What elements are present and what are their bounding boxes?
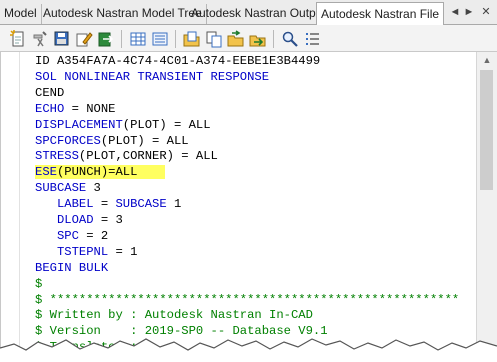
code-token: 1	[166, 197, 182, 212]
code-token: $	[35, 276, 43, 291]
run-analysis-icon[interactable]	[31, 30, 49, 48]
edit-icon[interactable]	[75, 30, 93, 48]
code-token: STRESS	[35, 149, 79, 164]
code-token: $ **************************************…	[35, 292, 460, 307]
code-line: ECHO = NONE	[35, 102, 115, 118]
document-tab-bar: Model Autodesk Nastran Model Tree Autode…	[0, 0, 497, 25]
code-line: SPC = 2	[35, 229, 108, 245]
tab-model[interactable]: Model	[4, 4, 42, 24]
code-token: SPC	[35, 228, 79, 243]
new-file-icon[interactable]	[9, 30, 27, 48]
code-token: SPCFORCES	[35, 133, 101, 148]
code-token: = 3	[93, 213, 123, 227]
list-icon[interactable]	[303, 30, 321, 48]
code-token: =	[93, 197, 116, 212]
code-token: ESE	[35, 165, 57, 180]
code-token: DISPLACEMENT	[35, 117, 123, 132]
code-token: (PLOT) = ALL	[122, 117, 211, 132]
code-token: (PLOT) = ALL	[100, 133, 189, 148]
highlighted-line: ESE(PUNCH)=ALL	[35, 165, 166, 180]
code-token: = 1	[108, 244, 138, 259]
code-token: BEGIN BULK	[35, 260, 109, 275]
code-line: ESE(PUNCH)=ALL	[35, 165, 166, 181]
code-line: BEGIN BULK	[35, 261, 108, 277]
tab-nastran-model-tree[interactable]: Autodesk Nastran Model Tree	[43, 4, 207, 24]
tab-close-icon[interactable]: ✕	[479, 3, 493, 21]
code-token: CEND	[35, 85, 65, 100]
open-folder-icon[interactable]	[183, 30, 201, 48]
find-icon[interactable]	[281, 30, 299, 48]
scrollbar-thumb[interactable]	[480, 70, 493, 190]
code-line: STRESS(PLOT,CORNER) = ALL	[35, 149, 218, 165]
table-view-icon[interactable]	[129, 30, 147, 48]
copy-icon[interactable]	[205, 30, 223, 48]
code-line: DLOAD = 3	[35, 213, 123, 229]
tab-scroll-left-icon[interactable]: ◄	[448, 3, 462, 21]
code-token: ID A354FA7A-4C74-4C01-A374-EEBE1E3B4499	[35, 54, 321, 68]
code-line: $ **************************************…	[35, 293, 459, 309]
code-line: SUBCASE 3	[35, 181, 101, 197]
editor-toolbar	[0, 25, 497, 52]
code-token: (PUNCH)=ALL	[56, 165, 138, 180]
toolbar-separator	[273, 30, 274, 48]
export-icon[interactable]	[97, 30, 115, 48]
nastran-file-editor[interactable]: ID A354FA7A-4C74-4C01-A374-EEBE1E3B4499 S…	[0, 52, 477, 362]
code-line: ID A354FA7A-4C74-4C01-A374-EEBE1E3B4499	[35, 54, 320, 70]
import-icon[interactable]	[227, 30, 245, 48]
tab-scroll-right-icon[interactable]: ►	[462, 3, 476, 21]
code-token: SUBCASE	[35, 181, 87, 196]
toolbar-separator	[121, 30, 122, 48]
code-token: ECHO	[35, 101, 65, 116]
code-line: SOL NONLINEAR TRANSIENT RESPONSE	[35, 70, 269, 86]
code-token: DLOAD	[35, 213, 94, 227]
code-token: SUBCASE	[115, 197, 167, 212]
list-view-icon[interactable]	[151, 30, 169, 48]
code-line: SPCFORCES(PLOT) = ALL	[35, 134, 189, 150]
code-token: = 2	[78, 228, 109, 243]
code-line: CEND	[35, 86, 64, 102]
code-token: = NONE	[64, 101, 116, 116]
scroll-up-icon[interactable]: ▲	[477, 52, 497, 68]
tab-nastran-output[interactable]: Autodesk Nastran Output	[191, 4, 331, 24]
vertical-scrollbar[interactable]: ▲	[476, 52, 497, 362]
tab-nastran-file[interactable]: Autodesk Nastran File	[316, 2, 445, 25]
export-arrow-icon[interactable]	[249, 30, 267, 48]
save-icon[interactable]	[53, 30, 71, 48]
torn-edge	[0, 338, 497, 362]
code-line: TSTEPNL = 1	[35, 245, 137, 261]
code-token: 3	[86, 181, 101, 196]
code-line: $	[35, 277, 42, 293]
code-line: DISPLACEMENT(PLOT) = ALL	[35, 118, 211, 134]
code-token: (PLOT,CORNER) = ALL	[78, 149, 218, 164]
code-line: LABEL = SUBCASE 1	[35, 197, 181, 213]
code-token: TSTEPNL	[35, 244, 109, 259]
code-token: SOL NONLINEAR TRANSIENT RESPONSE	[35, 69, 270, 84]
code-token: $ Written by : Autodesk Nastran In-CAD	[35, 308, 313, 323]
toolbar-separator	[175, 30, 176, 48]
editor-gutter	[1, 52, 20, 362]
code-token: LABEL	[35, 197, 94, 212]
